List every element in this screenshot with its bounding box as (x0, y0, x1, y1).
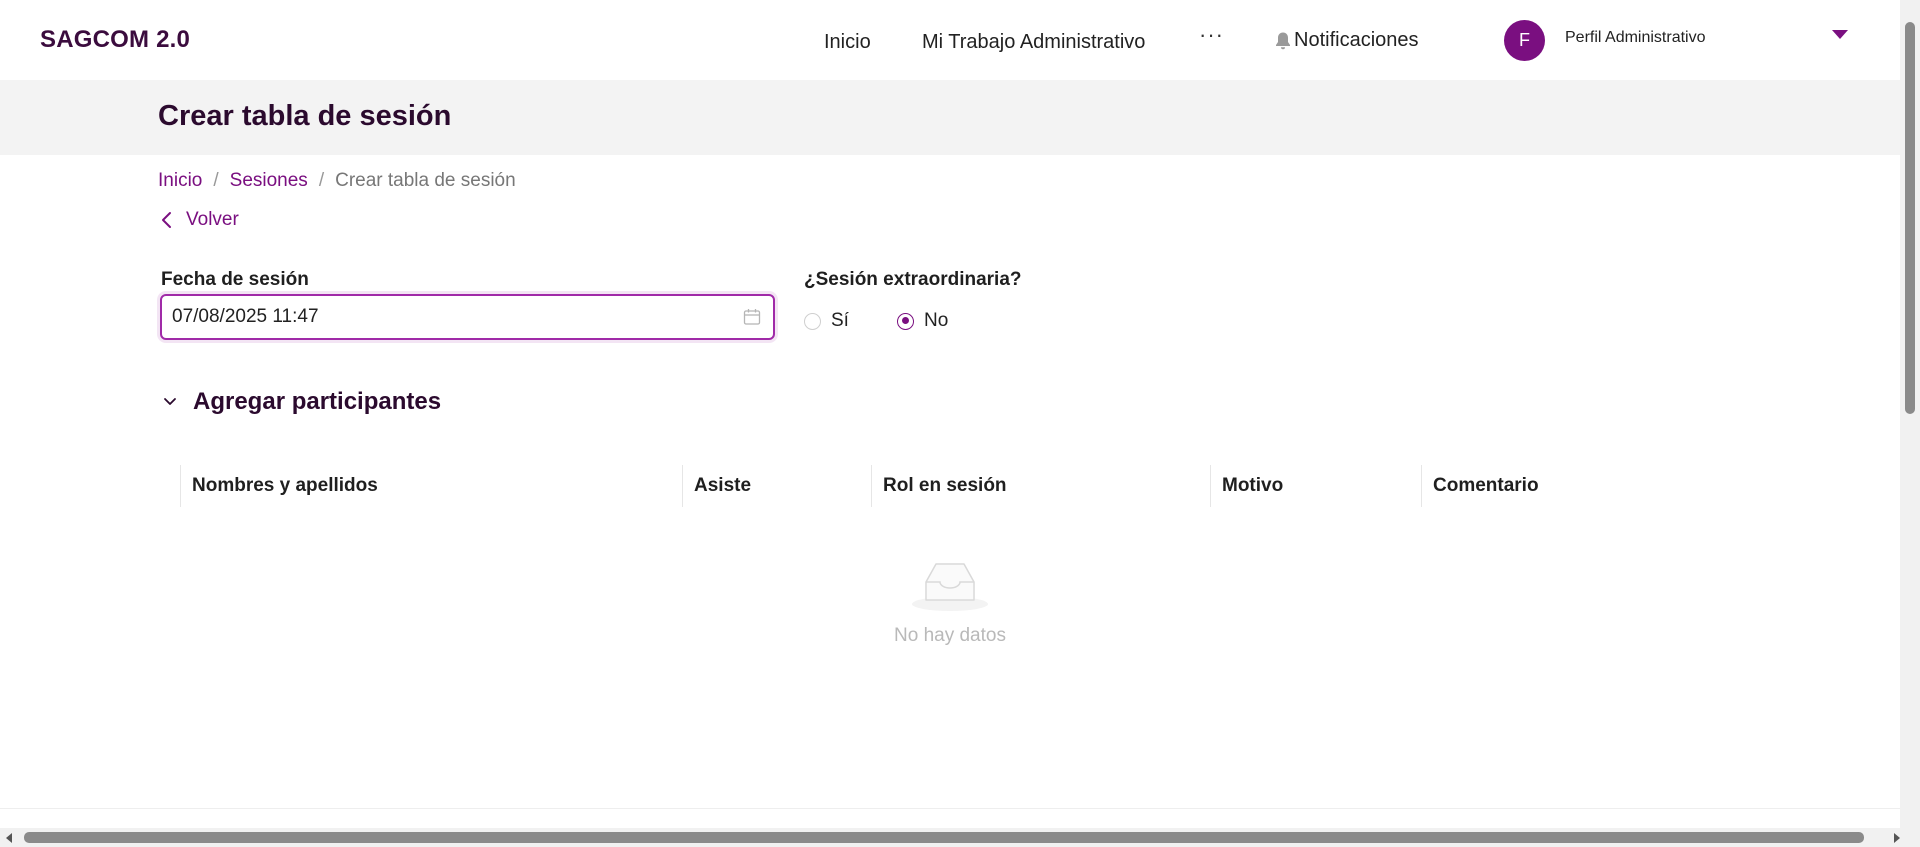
profile-dropdown-icon[interactable] (1832, 30, 1848, 39)
radio-no-label: No (924, 310, 949, 331)
notifications-label: Notificaciones (1294, 29, 1419, 51)
nav-link-mi-trabajo[interactable]: Mi Trabajo Administrativo (922, 31, 1145, 54)
session-date-input[interactable] (172, 296, 712, 338)
empty-inbox-icon (912, 563, 988, 611)
column-header-asiste: Asiste (682, 465, 871, 507)
radio-option-no[interactable]: No (897, 310, 948, 332)
breadcrumb-separator: / (213, 170, 219, 191)
participants-table-header: Nombres y apellidos Asiste Rol en sesión… (180, 465, 1600, 507)
back-button[interactable]: Volver (160, 209, 239, 231)
column-header-motivo: Motivo (1210, 465, 1421, 507)
vertical-scroll-thumb[interactable] (1905, 22, 1915, 414)
scroll-left-icon[interactable] (6, 833, 12, 843)
radio-si-label: Sí (831, 310, 849, 331)
page-header: Crear tabla de sesión (0, 80, 1900, 155)
participants-section-toggle[interactable]: Agregar participantes (163, 388, 441, 416)
date-field-label: Fecha de sesión (161, 269, 309, 290)
breadcrumb-current: Crear tabla de sesión (335, 170, 516, 191)
horizontal-scrollbar[interactable] (0, 828, 1920, 847)
empty-state-text: No hay datos (894, 625, 1006, 646)
participants-section-title: Agregar participantes (193, 388, 442, 415)
empty-state: No hay datos (880, 560, 1020, 647)
breadcrumb-inicio[interactable]: Inicio (158, 170, 202, 192)
nav-link-inicio[interactable]: Inicio (824, 31, 871, 54)
breadcrumb: Inicio / Sesiones / Crear tabla de sesió… (158, 170, 516, 192)
breadcrumb-separator: / (318, 170, 325, 191)
radio-option-si[interactable]: Sí (804, 310, 849, 332)
more-menu-icon[interactable]: ··· (1199, 22, 1224, 48)
divider (0, 808, 1900, 809)
chevron-left-icon (162, 212, 171, 228)
radio-si[interactable] (804, 312, 821, 330)
scroll-right-icon[interactable] (1894, 833, 1900, 843)
brand-logo[interactable]: SAGCOM 2.0 (40, 26, 190, 54)
session-date-picker[interactable] (160, 294, 775, 340)
column-header-comentario: Comentario (1421, 465, 1600, 507)
column-header-rol: Rol en sesión (871, 465, 1210, 507)
page-title: Crear tabla de sesión (158, 100, 452, 132)
avatar[interactable]: F (1504, 20, 1545, 61)
breadcrumb-sesiones[interactable]: Sesiones (230, 170, 308, 192)
bell-icon (1276, 32, 1290, 49)
notifications-link[interactable]: Notificaciones (1274, 29, 1419, 52)
extraordinary-label: ¿Sesión extraordinaria? (804, 269, 1022, 290)
horizontal-scroll-thumb[interactable] (24, 832, 1864, 843)
profile-name[interactable]: Perfil Administrativo (1565, 29, 1706, 47)
top-navbar: SAGCOM 2.0 Inicio Mi Trabajo Administrat… (0, 0, 1900, 80)
column-header-nombres: Nombres y apellidos (180, 465, 682, 507)
vertical-scrollbar[interactable] (1900, 0, 1920, 828)
back-label: Volver (186, 209, 239, 230)
calendar-icon[interactable] (743, 308, 761, 326)
radio-no[interactable] (897, 312, 914, 330)
chevron-down-icon (164, 398, 176, 405)
